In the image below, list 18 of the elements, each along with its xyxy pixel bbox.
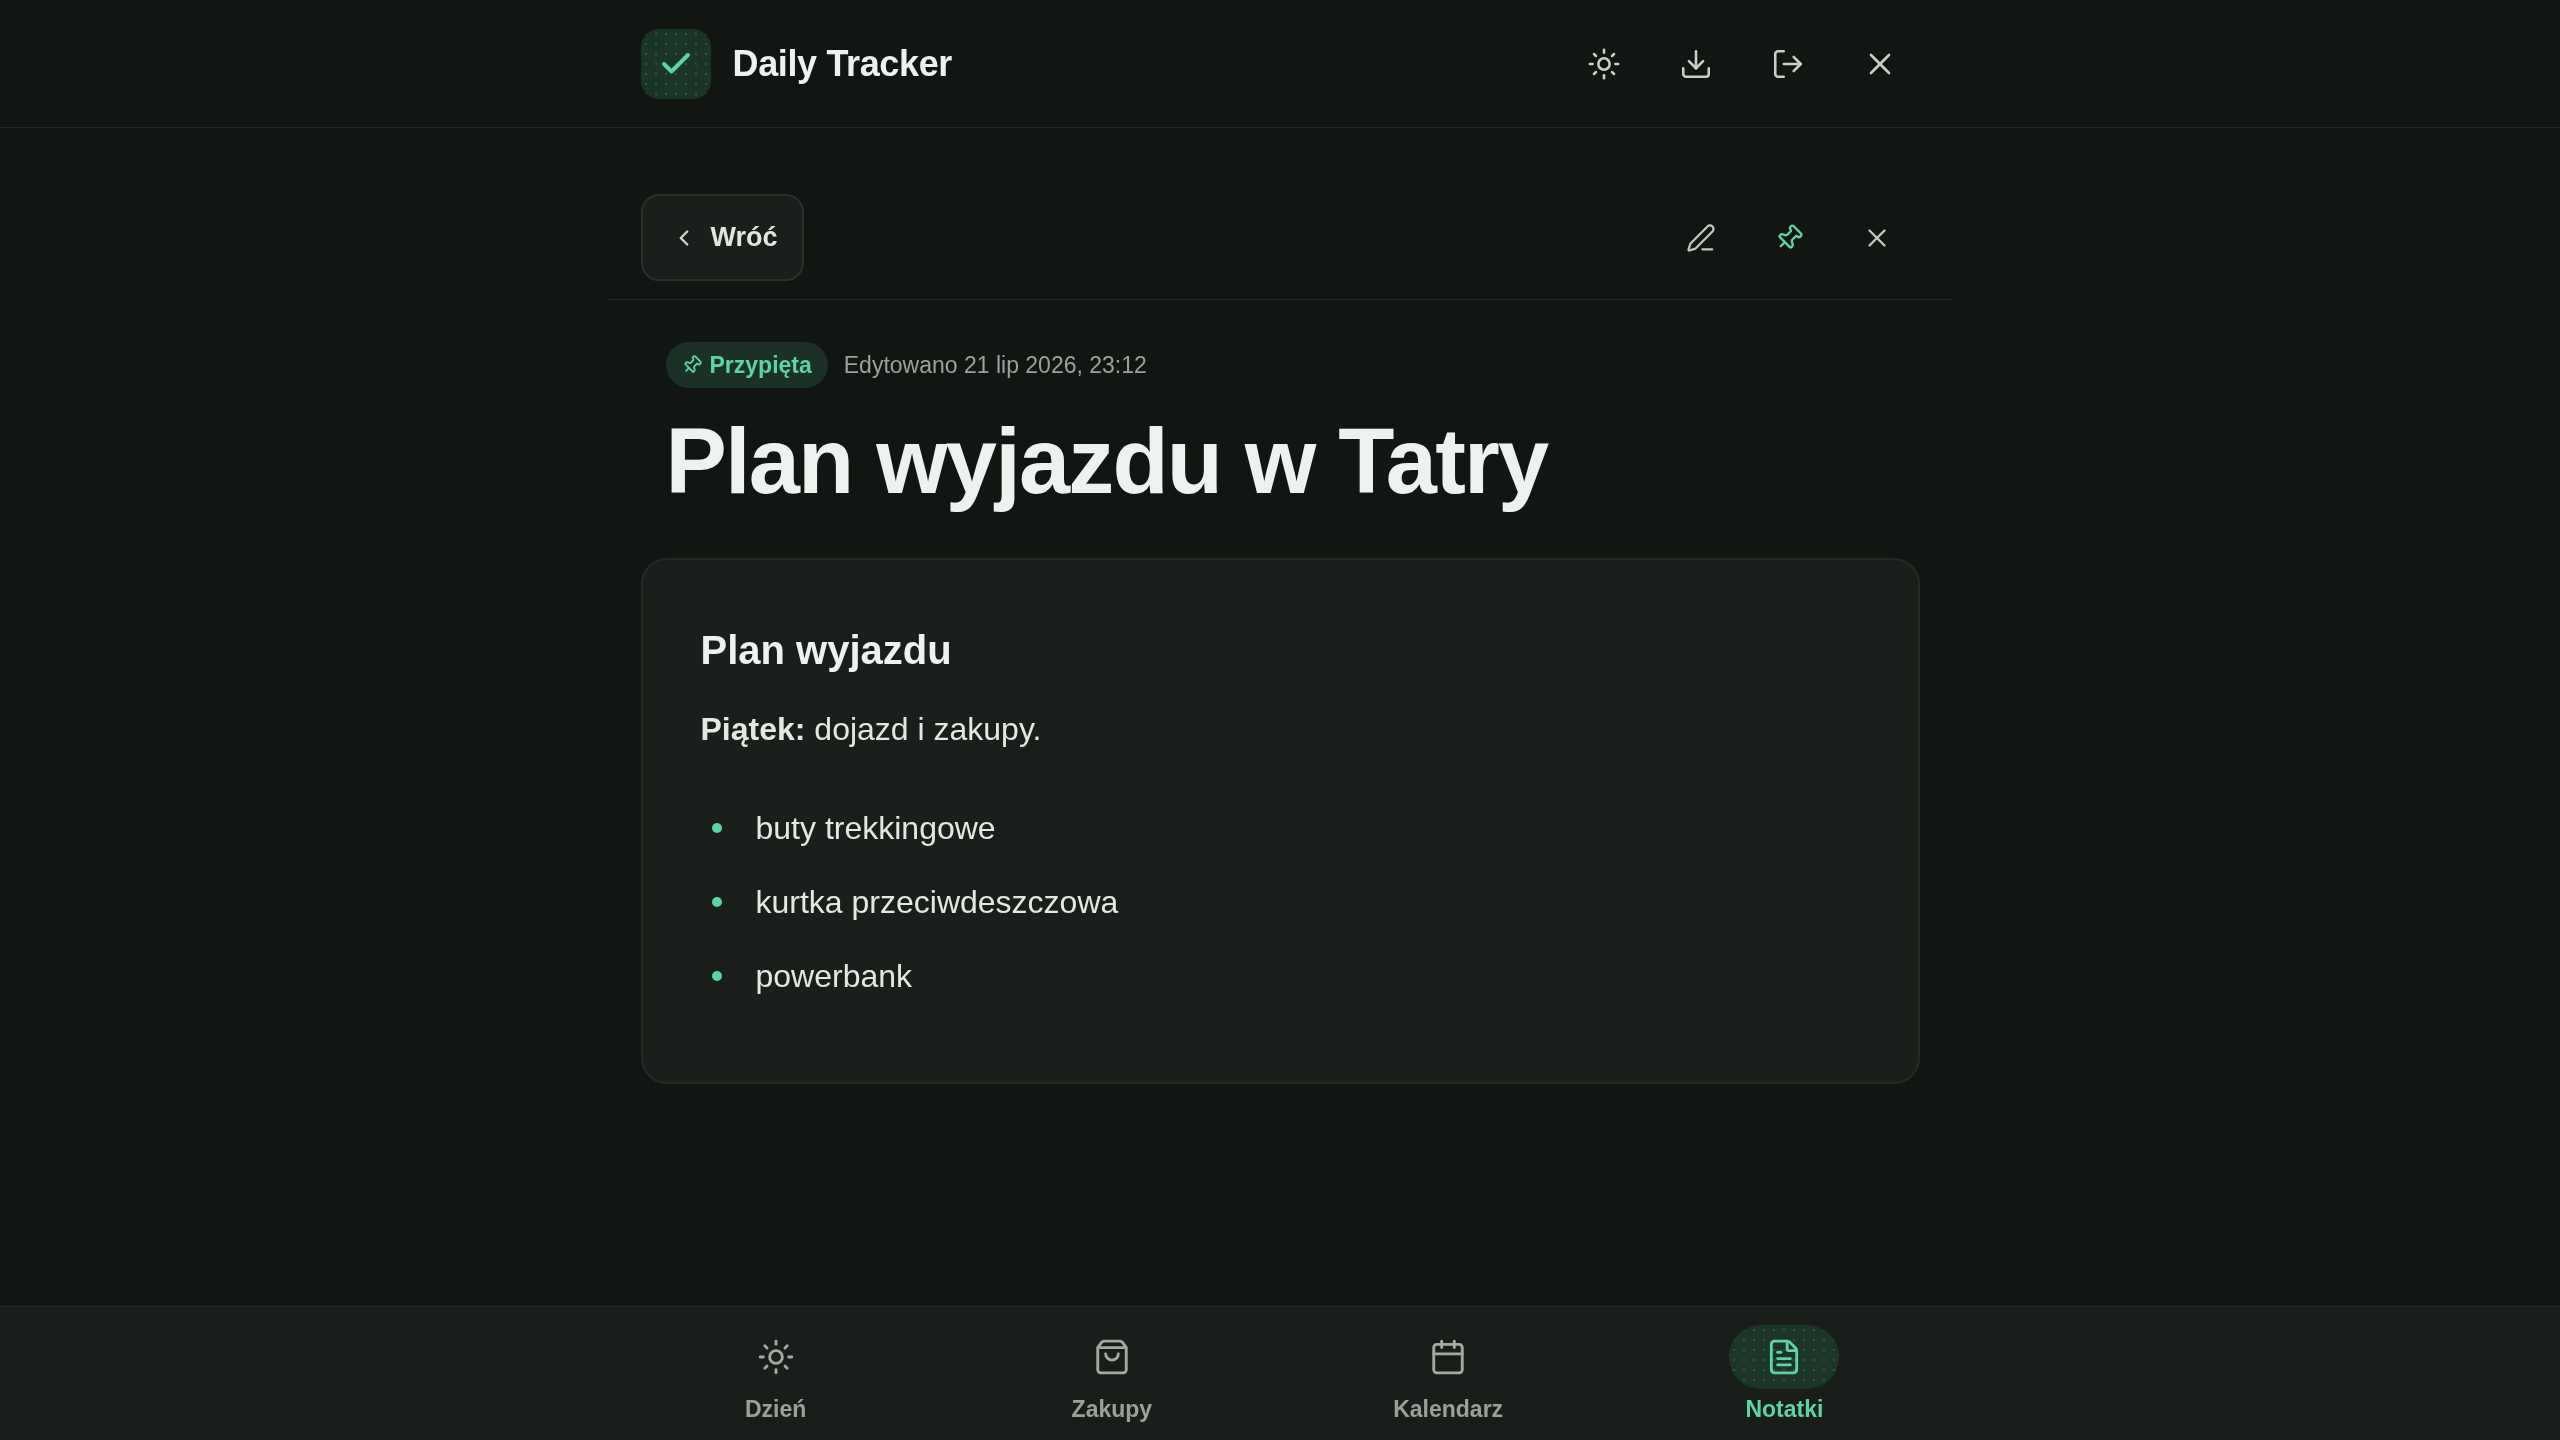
check-logo-icon [640,28,711,99]
pinned-badge: Przypięta [665,342,828,388]
list-item-text: kurtka przeciwdeszczowa [755,883,1119,923]
sun-icon [756,1338,795,1376]
nav-tab[interactable]: Zakupy [943,1307,1280,1440]
sun-icon [1586,46,1621,81]
nav-tab[interactable]: Notatki [1616,1307,1953,1440]
edited-timestamp: Edytowano 21 lip 2026, 23:12 [843,350,1147,380]
list-item-text: buty trekkingowe [755,809,996,849]
nav-tab[interactable]: Dzień [607,1307,944,1440]
nav-tab[interactable]: Kalendarz [1280,1307,1617,1440]
app-title: Daily Tracker [732,41,952,86]
content-paragraph: Piątek: dojazd i zakupy. [700,710,1043,750]
pencil-icon [1685,222,1716,253]
note-title: Plan wyjazdu w Tatry [664,411,1550,513]
back-button[interactable]: Wróć [640,194,804,281]
list-item-text: powerbank [755,957,913,997]
content-heading: Plan wyjazdu [700,627,953,675]
